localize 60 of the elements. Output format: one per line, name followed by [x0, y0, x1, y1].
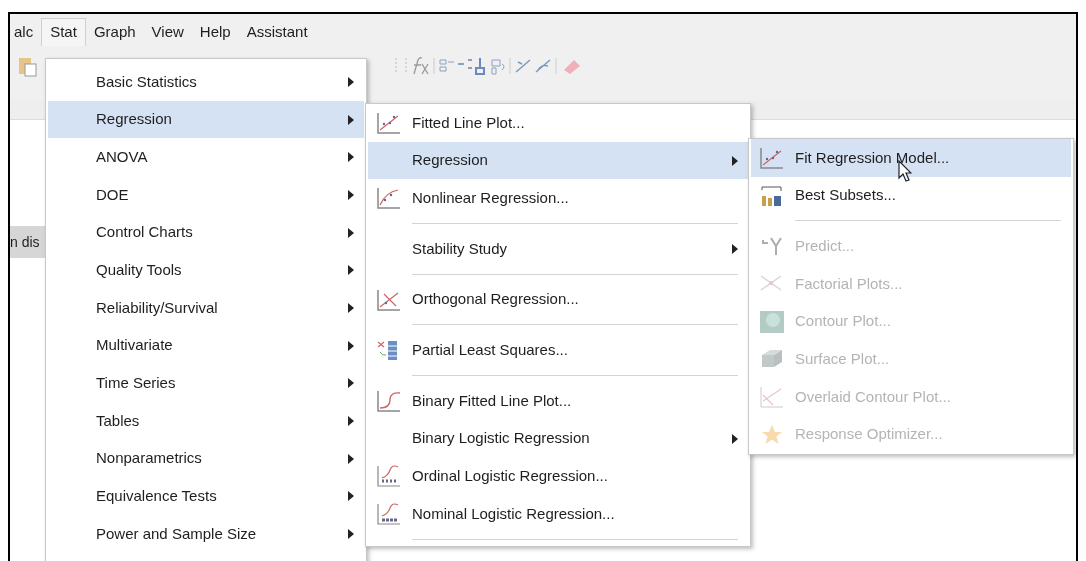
- menu-item[interactable]: Nonparametrics: [48, 439, 364, 478]
- panel-tab[interactable]: n dis: [10, 226, 46, 258]
- submenu-arrow-icon: [348, 152, 354, 163]
- menu-item[interactable]: Nonlinear Regression...: [368, 179, 748, 218]
- menu-item[interactable]: Control Charts: [48, 213, 364, 252]
- submenu-arrow-icon: [732, 433, 738, 444]
- submenu-arrow-icon: [348, 302, 354, 313]
- ordinal-plot-icon: [376, 464, 402, 489]
- submenu-arrow-icon: [348, 416, 354, 427]
- scatter-line-plot-icon: [376, 110, 402, 135]
- submenu-arrow-icon: [348, 227, 354, 238]
- menu-item[interactable]: Binary Fitted Line Plot...: [368, 382, 748, 420]
- menu-item[interactable]: Regression: [368, 141, 748, 180]
- overlaid-plot-icon: [759, 384, 785, 409]
- menu-item[interactable]: Reliability/Survival: [48, 289, 364, 327]
- menu-item[interactable]: Stability Study: [368, 230, 748, 268]
- menu-bar-item[interactable]: Help: [191, 18, 239, 46]
- menu-item[interactable]: Fit Regression Model...: [751, 139, 1071, 177]
- contour-square-icon: [759, 309, 785, 334]
- bar-table-icon: [759, 183, 785, 208]
- menu-item[interactable]: Quality Tools: [48, 251, 364, 290]
- submenu-arrow-icon: [348, 378, 354, 389]
- menu-bar-item[interactable]: Graph: [85, 18, 144, 46]
- menu-bar-item[interactable]: Stat: [41, 18, 86, 46]
- menu-item[interactable]: Power and Sample Size: [48, 515, 364, 553]
- menu-item[interactable]: DOE: [48, 176, 364, 214]
- menu-item[interactable]: Multivariate: [48, 326, 364, 365]
- submenu-arrow-icon: [732, 155, 738, 166]
- menu-item[interactable]: Nominal Logistic Regression...: [368, 495, 748, 533]
- submenu-arrow-icon: [348, 189, 354, 200]
- panel-tab-label: n dis: [10, 232, 40, 252]
- submenu-arrow-icon: [348, 529, 354, 540]
- menu-item[interactable]: Tables: [48, 402, 364, 440]
- menu-item[interactable]: Fitted Line Plot...: [368, 104, 748, 142]
- menu-item[interactable]: Best Subsets...: [751, 176, 1071, 215]
- menu-bar-item[interactable]: Assistant: [238, 18, 316, 46]
- s-curve-plot-icon: [376, 388, 402, 413]
- paste-icon: [18, 55, 38, 77]
- menu-item[interactable]: Ordinal Logistic Regression...: [368, 457, 748, 496]
- menu-item[interactable]: Binary Logistic Regression: [368, 419, 748, 458]
- menu-item[interactable]: Time Series: [48, 364, 364, 403]
- submenu-arrow-icon: [348, 265, 354, 276]
- menu-bar-item[interactable]: alc: [10, 18, 42, 46]
- submenu-arrow-icon: [732, 243, 738, 254]
- menu-item[interactable]: Equivalence Tests: [48, 477, 364, 516]
- menu-item[interactable]: Orthogonal Regression...: [368, 280, 748, 319]
- menu-item[interactable]: Basic Statistics: [48, 63, 364, 101]
- menu-item[interactable]: Partial Least Squares...: [368, 331, 748, 370]
- scatter-line-plot-icon: [759, 145, 785, 170]
- orthogonal-plot-icon: [376, 287, 402, 312]
- submenu-arrow-icon: [348, 340, 354, 351]
- submenu-arrow-icon: [348, 453, 354, 464]
- submenu-arrow-icon: [348, 491, 354, 502]
- nonlinear-plot-icon: [376, 186, 402, 211]
- submenu-arrow-icon: [348, 114, 354, 125]
- menu-bar-item[interactable]: View: [143, 18, 192, 46]
- menu-item[interactable]: Regression: [48, 100, 364, 139]
- submenu-arrow-icon: [348, 76, 354, 87]
- menu-item[interactable]: ANOVA: [48, 138, 364, 177]
- nominal-plot-icon: [376, 502, 402, 527]
